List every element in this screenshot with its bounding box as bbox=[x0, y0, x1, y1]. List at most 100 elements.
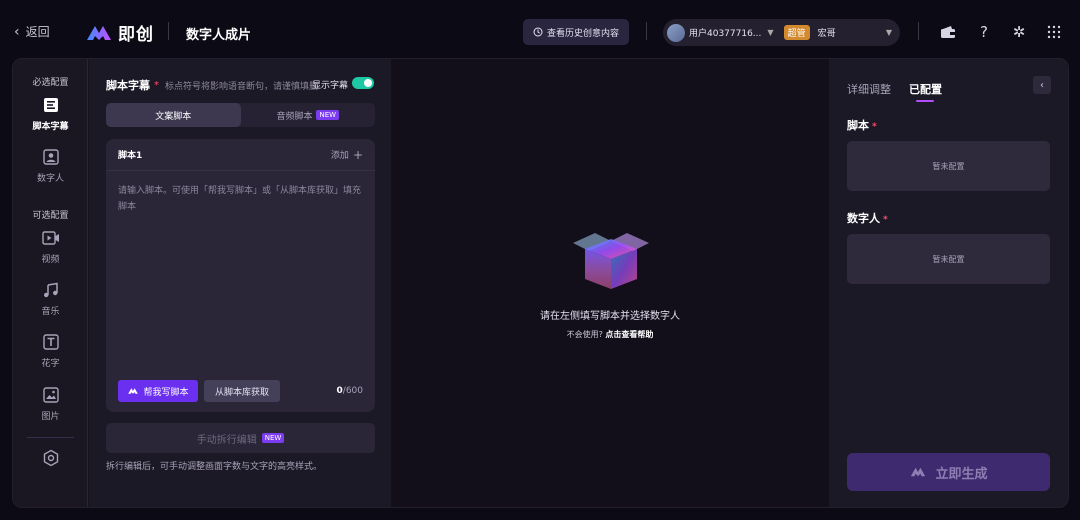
page-title: 数字人成片 bbox=[186, 28, 252, 43]
divider bbox=[27, 437, 74, 438]
workspace: 必选配置 脚本字幕 数字人 可选配置 视频 音乐 花字 图片 脚本字幕 * 标点… bbox=[12, 58, 1069, 508]
avatar bbox=[667, 23, 685, 42]
add-label: 添加 bbox=[330, 151, 349, 161]
plus-icon: + bbox=[352, 147, 363, 162]
manual-edit-hint: 拆行编辑后，可手动调整画面字数与文字的高亮样式。 bbox=[106, 462, 323, 472]
settings-icon[interactable]: ✲ bbox=[1008, 21, 1030, 43]
manual-line-edit-button[interactable]: 手动拆行编辑 NEW bbox=[106, 423, 375, 453]
divider bbox=[646, 22, 647, 40]
logo-mark-icon bbox=[87, 25, 111, 40]
help-prefix: 不会使用? bbox=[566, 330, 603, 339]
clock-icon bbox=[533, 27, 543, 37]
char-counter: 0/600 bbox=[337, 386, 363, 396]
music-icon bbox=[42, 281, 60, 299]
rail-item-music[interactable]: 音乐 bbox=[13, 281, 88, 317]
rail-item-label: 花字 bbox=[41, 359, 60, 369]
chevron-left-icon: ‹ bbox=[1040, 79, 1044, 91]
tab-label: 文案脚本 bbox=[155, 111, 192, 122]
new-badge: NEW bbox=[261, 433, 285, 443]
help-write-label: 帮我写脚本 bbox=[143, 386, 189, 397]
team-name: 宏哥 bbox=[817, 29, 836, 39]
tab-detail-adjust[interactable]: 详细调整 bbox=[847, 81, 891, 97]
top-bar: ‹ 返回 即创 数字人成片 查看历史创意内容 用户40377716... ▼ 超… bbox=[0, 0, 1080, 58]
human-config-label: 数字人 * bbox=[847, 210, 888, 226]
role-badge: 超管 bbox=[783, 25, 810, 40]
human-config-slot[interactable]: 暂未配置 bbox=[847, 234, 1050, 284]
help-link[interactable]: 点击查看帮助 bbox=[605, 330, 653, 339]
label-text: 数字人 bbox=[847, 212, 880, 225]
caret-down-icon: ▼ bbox=[885, 28, 892, 37]
history-label: 查看历史创意内容 bbox=[546, 28, 619, 39]
script-hint: 标点符号将影响语音断句，请谨慎填删 bbox=[165, 81, 319, 92]
show-subtitle-toggle[interactable] bbox=[352, 77, 374, 89]
empty-state-message: 请在左侧填写脚本并选择数字人 bbox=[540, 311, 680, 322]
show-subtitle-label: 显示字幕 bbox=[312, 81, 349, 91]
digital-human-icon bbox=[42, 148, 60, 166]
tab-text-script[interactable]: 文案脚本 bbox=[106, 103, 241, 127]
empty-box-icon bbox=[573, 233, 649, 289]
summary-tabs: 详细调整 已配置 bbox=[847, 81, 942, 102]
script-editor: 脚本1 添加 + 帮我写脚本 从脚本库获取 0/600 bbox=[106, 139, 375, 412]
rail-item-label: 脚本字幕 bbox=[32, 122, 69, 132]
brand-name: 即创 bbox=[118, 25, 154, 45]
rail-item-digital-human[interactable]: 数字人 bbox=[13, 148, 88, 184]
required-mark: * bbox=[872, 122, 877, 132]
history-button[interactable]: 查看历史创意内容 bbox=[523, 19, 629, 45]
script-editor-header: 脚本1 添加 + bbox=[106, 139, 375, 171]
library-label: 从脚本库获取 bbox=[214, 387, 269, 398]
tab-audio-script[interactable]: 音频脚本 NEW bbox=[241, 103, 376, 127]
required-mark: * bbox=[883, 215, 888, 225]
rail-item-text-effect[interactable]: 花字 bbox=[13, 333, 88, 369]
rail-item-image[interactable]: 图片 bbox=[13, 386, 88, 422]
help-icon[interactable]: ? bbox=[973, 21, 995, 43]
script-type-tabs: 文案脚本 音频脚本 NEW bbox=[106, 103, 375, 127]
rail-item-label: 视频 bbox=[41, 255, 60, 265]
generate-button[interactable]: 立即生成 bbox=[847, 453, 1050, 491]
caret-down-icon: ▼ bbox=[767, 28, 774, 37]
script-subtitle-icon bbox=[42, 96, 60, 114]
rail-item-label: 图片 bbox=[41, 412, 60, 422]
script-panel: 脚本字幕 * 标点符号将影响语音断句，请谨慎填删 显示字幕 文案脚本 音频脚本 … bbox=[89, 59, 391, 507]
label-text: 脚本 bbox=[847, 119, 869, 132]
image-icon bbox=[42, 386, 60, 404]
ai-logo-icon bbox=[911, 467, 926, 477]
video-icon bbox=[41, 229, 60, 247]
wallet-icon[interactable] bbox=[937, 21, 959, 43]
script-name: 脚本1 bbox=[118, 151, 143, 161]
app-logo: 即创 bbox=[84, 20, 154, 45]
text-effect-icon bbox=[42, 333, 60, 351]
apps-grid-icon[interactable] bbox=[1043, 21, 1065, 43]
config-summary-panel: 详细调整 已配置 ‹ 脚本 * 暂未配置 数字人 * 暂未配置 立即生成 bbox=[829, 59, 1068, 507]
rail-bottom-settings[interactable] bbox=[13, 449, 88, 467]
rail-item-label: 音乐 bbox=[41, 307, 60, 317]
script-config-slot[interactable]: 暂未配置 bbox=[847, 141, 1050, 191]
tab-configured[interactable]: 已配置 bbox=[909, 81, 942, 102]
config-rail: 必选配置 脚本字幕 数字人 可选配置 视频 音乐 花字 图片 bbox=[13, 59, 88, 507]
rail-item-script[interactable]: 脚本字幕 bbox=[13, 96, 88, 132]
script-header: 脚本字幕 * 标点符号将影响语音断句，请谨慎填删 bbox=[106, 77, 318, 93]
help-write-script-button[interactable]: 帮我写脚本 bbox=[118, 380, 198, 402]
preview-area: 请在左侧填写脚本并选择数字人 不会使用? 点击查看帮助 bbox=[391, 59, 829, 507]
account-switcher[interactable]: 用户40377716... ▼ 超管 宏哥 ▼ bbox=[663, 19, 900, 46]
new-badge: NEW bbox=[316, 110, 340, 120]
divider bbox=[918, 22, 919, 40]
collapse-panel-button[interactable]: ‹ bbox=[1033, 76, 1051, 94]
manual-edit-label: 手动拆行编辑 bbox=[196, 434, 257, 446]
add-script-button[interactable]: 添加 + bbox=[331, 148, 363, 162]
script-library-button[interactable]: 从脚本库获取 bbox=[204, 380, 280, 402]
back-button[interactable]: ‹ 返回 bbox=[14, 23, 50, 40]
tab-label: 音频脚本 bbox=[276, 111, 313, 122]
rail-item-video[interactable]: 视频 bbox=[13, 229, 88, 265]
char-max: /600 bbox=[342, 386, 363, 396]
script-textarea[interactable] bbox=[118, 183, 363, 333]
user-name: 用户40377716... bbox=[689, 29, 762, 39]
required-mark: * bbox=[154, 79, 159, 91]
empty-state-help: 不会使用? 点击查看帮助 bbox=[391, 329, 829, 340]
required-section-label: 必选配置 bbox=[32, 78, 69, 88]
generate-label: 立即生成 bbox=[935, 466, 988, 482]
back-label: 返回 bbox=[25, 25, 50, 39]
rail-item-label: 数字人 bbox=[36, 174, 64, 184]
script-title: 脚本字幕 bbox=[106, 79, 150, 92]
optional-section-label: 可选配置 bbox=[32, 211, 69, 221]
script-config-label: 脚本 * bbox=[847, 117, 877, 133]
